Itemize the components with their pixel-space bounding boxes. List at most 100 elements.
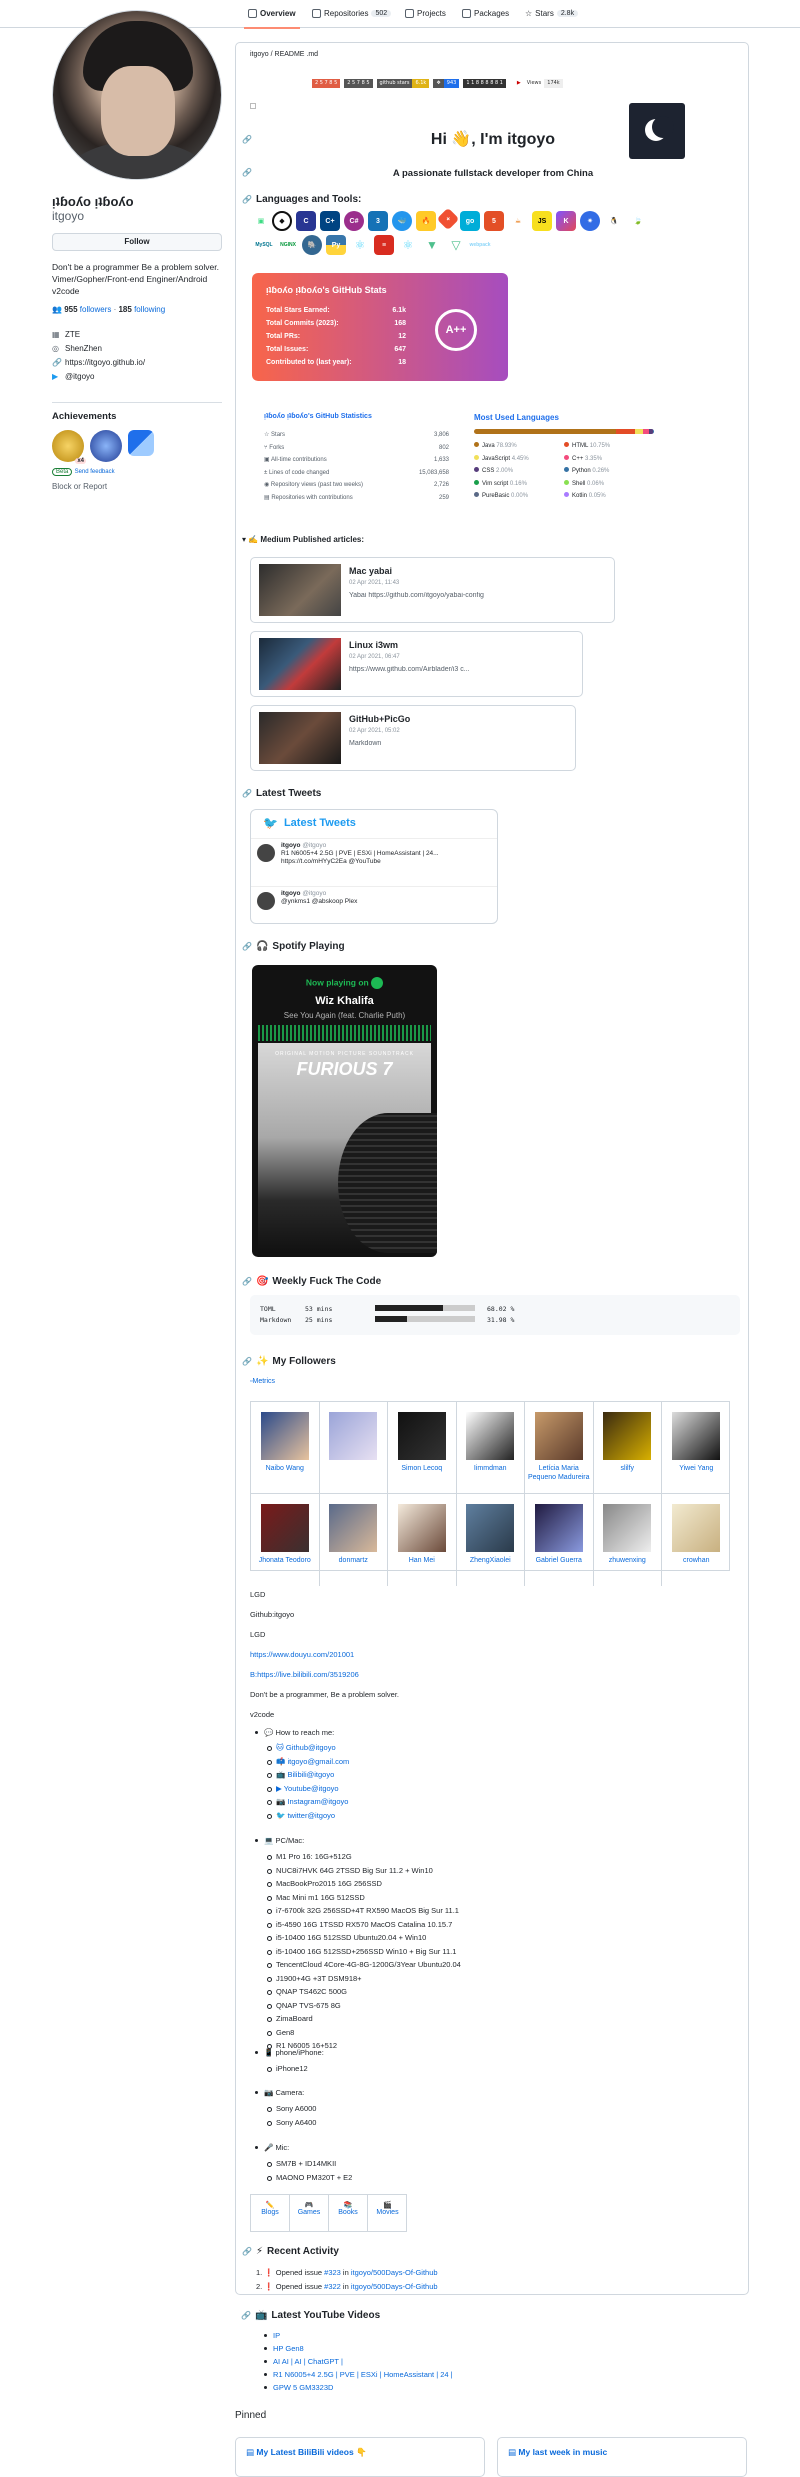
twitter[interactable]: ▶ @itgoyo xyxy=(52,370,222,384)
beta-badge: Beta xyxy=(52,468,73,476)
achievement-badge[interactable] xyxy=(128,430,154,456)
follower-card[interactable]: Naibo Wang xyxy=(251,1402,320,1494)
achievement-badge[interactable] xyxy=(90,430,122,462)
achievement-badge[interactable]: x4 xyxy=(52,430,86,464)
tab-packages[interactable]: Packages xyxy=(462,9,509,18)
csharp-icon: C# xyxy=(344,211,364,231)
pc-item: Gen8 xyxy=(264,2026,461,2040)
tab-stars[interactable]: ☆ Stars 2.8k xyxy=(525,9,579,18)
anchor-link-icon[interactable]: 🔗 xyxy=(242,1277,252,1286)
follower-card[interactable]: Simon Lecoq xyxy=(388,1402,457,1494)
moon-logo xyxy=(629,103,685,159)
contact-link[interactable]: 🐦 twitter@itgoyo xyxy=(264,1809,349,1823)
package-icon xyxy=(462,9,471,18)
issue-link[interactable]: #323 xyxy=(324,2268,341,2277)
books-link[interactable]: 📚 Books xyxy=(329,2195,368,2231)
follower-card[interactable]: Letícia Maria Pequeno Madureira xyxy=(525,1402,594,1494)
following-link[interactable]: 185 following xyxy=(118,305,165,314)
pc-item: QNAP TVS-675 8G xyxy=(264,1999,461,2013)
follower-card[interactable]: zhuwenxing xyxy=(594,1494,662,1586)
medium-heading[interactable]: ▾ ✍️ Medium Published articles: xyxy=(242,535,364,544)
avatar[interactable]: ▪ xyxy=(52,10,222,180)
spotify-card[interactable]: Now playing on Wiz Khalifa See You Again… xyxy=(252,965,437,1257)
douyu-link[interactable]: https://www.douyu.com/201001 xyxy=(250,1650,354,1659)
most-used-languages-card: Most Used Languages Java 78.93% HTML 10.7… xyxy=(464,405,659,513)
followers-grid: Naibo Wang Simon Lecoq Iimmdman Letícia Mar… xyxy=(250,1401,731,1586)
follower-avatar xyxy=(329,1412,378,1460)
status-emoji-icon[interactable]: ▪ xyxy=(201,146,221,166)
anchor-link-icon[interactable]: 🔗 xyxy=(242,942,252,951)
tech-icons-row2: MySQL NGINX 🐘 Py ⚛ ≡ ⚛ ▼ ▽ webpack xyxy=(254,235,491,255)
follower-card[interactable]: slilfy xyxy=(594,1402,662,1494)
medium-article[interactable]: Linux i3wm 02 Apr 2021, 06:47 https://ww… xyxy=(250,631,583,697)
follower-card[interactable]: Yiwei Yang xyxy=(662,1402,731,1494)
repo-link[interactable]: itgoyo/500Days-Of-Github xyxy=(351,2282,438,2291)
wakatime-heading: 🔗 🎯 Weekly Fuck The Code xyxy=(242,1276,382,1287)
camera-list: Sony A6000 Sony A6400 xyxy=(264,2102,316,2129)
tab-repositories[interactable]: Repositories 502 xyxy=(312,9,392,18)
follower-card[interactable]: ZhengXiaolei xyxy=(457,1494,525,1586)
company: ▦ ZTE xyxy=(52,330,81,339)
bilibili-live-link[interactable]: B:https://live.bilibili.com/3519206 xyxy=(250,1670,359,1679)
pc-item: M1 Pro 16: 16G+512G xyxy=(264,1850,461,1864)
youtube-icon: ▶ xyxy=(513,79,524,88)
anchor-link-icon[interactable]: 🔗 xyxy=(241,2311,251,2320)
followers-badge: 2 5 7 8 5 xyxy=(344,79,373,88)
youtube-video-link[interactable]: R1 N6005+4 2.5G | PVE | ESXi | HomeAssis… xyxy=(261,2368,453,2381)
medium-article[interactable]: GitHub+PicGo 02 Apr 2021, 05:02 Markdown xyxy=(250,705,576,771)
games-link[interactable]: 🎮 Games xyxy=(290,2195,329,2231)
tab-overview[interactable]: Overview xyxy=(244,9,300,29)
contact-link[interactable]: 📫 itgoyo@gmail.com xyxy=(264,1755,349,1769)
tab-projects[interactable]: Projects xyxy=(405,9,446,18)
followers-link[interactable]: 955 followers xyxy=(64,305,111,314)
repo-link[interactable]: itgoyo/500Days-Of-Github xyxy=(351,2268,438,2277)
send-feedback-link[interactable]: Send feedback xyxy=(75,469,115,475)
cpp-icon: C+ xyxy=(320,211,340,231)
language-item: HTML 10.75% xyxy=(564,440,654,453)
contact-link[interactable]: 📺 Bilibili@itgoyo xyxy=(264,1768,349,1782)
follower-card[interactable]: Gabriel Guerra xyxy=(525,1494,594,1586)
contact-link[interactable]: 📷 Instagram@itgoyo xyxy=(264,1795,349,1809)
follower-card[interactable]: donmartz xyxy=(320,1494,388,1586)
repo-icon: ▤ xyxy=(508,2447,517,2457)
followers-count-badge: ❖ 943 xyxy=(433,79,460,88)
follower-card[interactable]: Jhonata Teodoro xyxy=(251,1494,320,1586)
youtube-video-link[interactable]: IP xyxy=(261,2329,453,2342)
language-item: PureBasic 0.00% xyxy=(474,490,564,503)
anchor-link-icon[interactable]: 🔗 xyxy=(242,2247,252,2256)
issue-link[interactable]: #322 xyxy=(324,2282,341,2291)
youtube-video-link[interactable]: GPW 5 GM3323D xyxy=(261,2381,453,2394)
youtube-video-link[interactable]: HP Gen8 xyxy=(261,2342,453,2355)
follower-card[interactable] xyxy=(320,1402,388,1494)
tweets-card: 🐦 Latest Tweets itgoyo @itgoyo R1 N6005+4 … xyxy=(250,809,498,924)
react-icon: ⚛ xyxy=(350,235,370,255)
pc-heading: 💻 PC/Mac: xyxy=(252,1834,304,1848)
pinned-repo[interactable]: ▤ My Latest BiliBili videos 👇 xyxy=(235,2437,485,2477)
mic-list: SM7B + ID14MKII MAONO PM320T + E2 xyxy=(264,2157,352,2184)
medium-article[interactable]: Mac yabai 02 Apr 2021, 11:43 Yabai https… xyxy=(250,557,615,623)
follower-card[interactable]: Han Mei xyxy=(388,1494,457,1586)
language-item: C++ 3.35% xyxy=(564,453,654,466)
anchor-link-icon[interactable]: 🔗 xyxy=(242,195,252,204)
pinned-repo[interactable]: ▤ My last week in music xyxy=(497,2437,747,2477)
movies-link[interactable]: 🎬 Movies xyxy=(368,2195,407,2231)
firebase-icon: 🔥 xyxy=(416,211,436,231)
blogs-link[interactable]: ✏️ Blogs xyxy=(251,2195,290,2231)
rank-circle: A++ xyxy=(435,309,477,351)
metrics-image-link[interactable]: ▫Metrics xyxy=(250,1378,275,1385)
contact-link[interactable]: ▶ Youtube@itgoyo xyxy=(264,1782,349,1796)
follow-button[interactable]: Follow xyxy=(52,233,222,251)
profile-meta: ▦ ZTE ◎ ShenZhen 🔗 https://itgoyo.github.io… xyxy=(52,328,222,384)
follower-card[interactable]: Iimmdman xyxy=(457,1402,525,1494)
follower-card[interactable]: crowhan xyxy=(662,1494,731,1586)
anchor-link-icon[interactable]: 🔗 xyxy=(242,789,252,798)
youtube-video-link[interactable]: AI AI | AI | ChatGPT | xyxy=(261,2355,453,2368)
anchor-link-icon[interactable]: 🔗 xyxy=(242,1357,252,1366)
block-report-link[interactable]: Block or Report xyxy=(52,482,222,491)
activity-heading: 🔗 ⚡ Recent Activity xyxy=(242,2246,339,2257)
follower-avatar xyxy=(466,1504,515,1552)
contact-link[interactable]: 🐱 Github@itgoyo xyxy=(264,1741,349,1755)
pc-item: ZimaBoard xyxy=(264,2012,461,2026)
website[interactable]: 🔗 https://itgoyo.github.io/ xyxy=(52,356,222,370)
repo-icon: ▤ xyxy=(246,2447,255,2457)
